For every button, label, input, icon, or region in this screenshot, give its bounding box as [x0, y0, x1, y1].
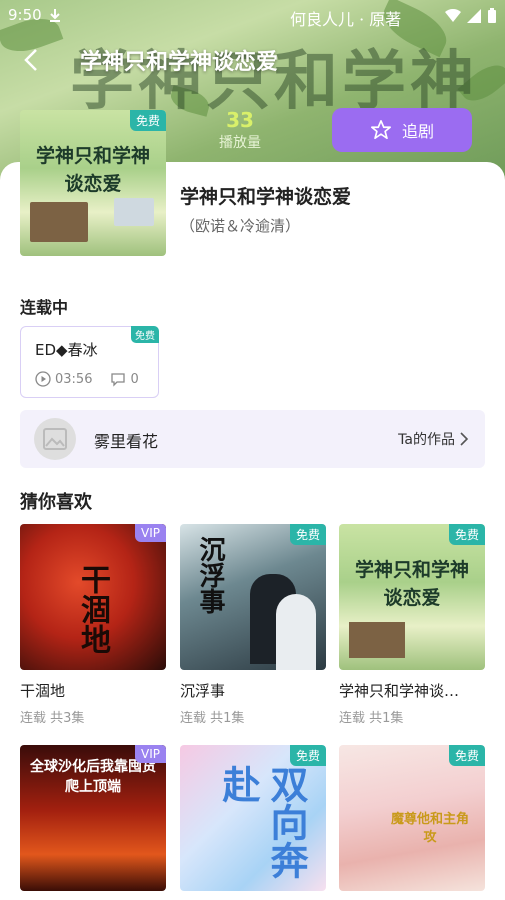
- cover-art-text: 干涸地: [75, 564, 110, 654]
- recommend-card[interactable]: 干涸地 VIP 干涸地 连载 共3集: [20, 524, 166, 726]
- cover-figure: [276, 594, 316, 670]
- wifi-icon: [445, 9, 461, 22]
- free-badge: 免费: [289, 745, 326, 766]
- recommend-title: 沉浮事: [180, 682, 226, 700]
- author-row[interactable]: 雾里看花 Ta的作品: [20, 410, 485, 468]
- star-icon: [370, 120, 391, 140]
- recommend-card[interactable]: 魔尊他和主角攻 免费: [339, 745, 485, 891]
- comment-icon: [111, 373, 126, 387]
- episode-card[interactable]: 免费 ED◆春冰 03:56 0: [20, 326, 159, 398]
- follow-button[interactable]: 追剧: [332, 108, 472, 152]
- cover-art-text: 学神只和学神谈恋爱: [354, 559, 469, 609]
- chevron-right-icon: [460, 432, 469, 446]
- vip-badge: VIP: [135, 524, 166, 542]
- free-badge: 免费: [448, 524, 485, 545]
- status-icons: [445, 8, 497, 24]
- recommend-title: 学神只和学神谈…: [339, 682, 460, 700]
- status-time: 9:50: [8, 6, 42, 24]
- episode-duration: 03:56: [55, 371, 93, 387]
- cover-art-text: 沉浮事: [195, 536, 225, 614]
- author-works-link[interactable]: Ta的作品: [398, 429, 469, 449]
- play-circle-icon: [35, 371, 51, 387]
- recommend-sub: 连载 共1集: [339, 711, 404, 726]
- cover-desk: [114, 198, 154, 226]
- battery-icon: [488, 8, 496, 23]
- drama-cover: 学神只和学神谈恋爱 免费: [20, 110, 166, 256]
- episode-comments: 0: [130, 371, 139, 387]
- page-title: 学神只和学神谈恋爱: [80, 50, 279, 75]
- episode-meta: 03:56 0: [35, 371, 139, 387]
- recommend-cover: 全球沙化后我靠囤货爬上顶端 VIP: [20, 745, 166, 891]
- author-name: 雾里看花: [94, 432, 159, 451]
- recommend-cover: 双向奔赴 免费: [180, 745, 326, 891]
- cover-art-text: 全球沙化后我靠囤货爬上顶端: [30, 759, 156, 795]
- back-icon[interactable]: [20, 46, 44, 74]
- recommend-card[interactable]: 双向奔赴 免费: [180, 745, 326, 891]
- cover-art-text: 魔尊他和主角攻: [390, 812, 469, 845]
- recommend-card[interactable]: 学神只和学神谈恋爱 免费 学神只和学神谈… 连载 共1集: [339, 524, 485, 726]
- section-title-serializing: 连载中: [20, 298, 69, 317]
- recommend-sub: 连载 共1集: [180, 711, 245, 726]
- signal-icon: [467, 9, 481, 23]
- cover-art-text: 双向奔赴: [216, 765, 309, 879]
- drama-cast: （欧诺＆冷逾清）: [180, 217, 301, 235]
- cover-text: 学神只和学神谈恋爱: [35, 145, 150, 195]
- recommend-cover: 魔尊他和主角攻 免费: [339, 745, 485, 891]
- free-badge: 免费: [448, 745, 485, 766]
- drama-name: 学神只和学神谈恋爱: [180, 186, 352, 208]
- image-placeholder-icon: [43, 428, 67, 450]
- recommend-sub: 连载 共3集: [20, 711, 85, 726]
- avatar: [34, 418, 76, 460]
- free-badge: 免费: [129, 110, 166, 131]
- cover-desk: [30, 202, 88, 242]
- banner-art-subtitle: 何良人儿 · 原著: [290, 10, 402, 29]
- recommend-cover: 沉浮事 免费: [180, 524, 326, 670]
- play-count-value: 33: [226, 108, 254, 132]
- section-title-recommend: 猜你喜欢: [20, 492, 92, 513]
- works-label: Ta的作品: [398, 432, 455, 448]
- episode-title: ED◆春冰: [35, 341, 98, 359]
- recommend-title: 干涸地: [20, 682, 66, 700]
- recommend-card[interactable]: 沉浮事 免费 沉浮事 连载 共1集: [180, 524, 326, 726]
- download-icon: [49, 9, 60, 22]
- status-bar: 9:50: [8, 6, 62, 24]
- recommend-cover: 干涸地 VIP: [20, 524, 166, 670]
- play-count-label: 播放量: [219, 135, 261, 151]
- vip-badge: VIP: [135, 745, 166, 763]
- cover-desk: [349, 622, 405, 658]
- follow-label: 追剧: [401, 122, 434, 141]
- recommend-card[interactable]: 全球沙化后我靠囤货爬上顶端 VIP: [20, 745, 166, 891]
- free-badge: 免费: [131, 326, 159, 343]
- free-badge: 免费: [289, 524, 326, 545]
- play-count: 33 播放量: [210, 108, 270, 152]
- recommend-cover: 学神只和学神谈恋爱 免费: [339, 524, 485, 670]
